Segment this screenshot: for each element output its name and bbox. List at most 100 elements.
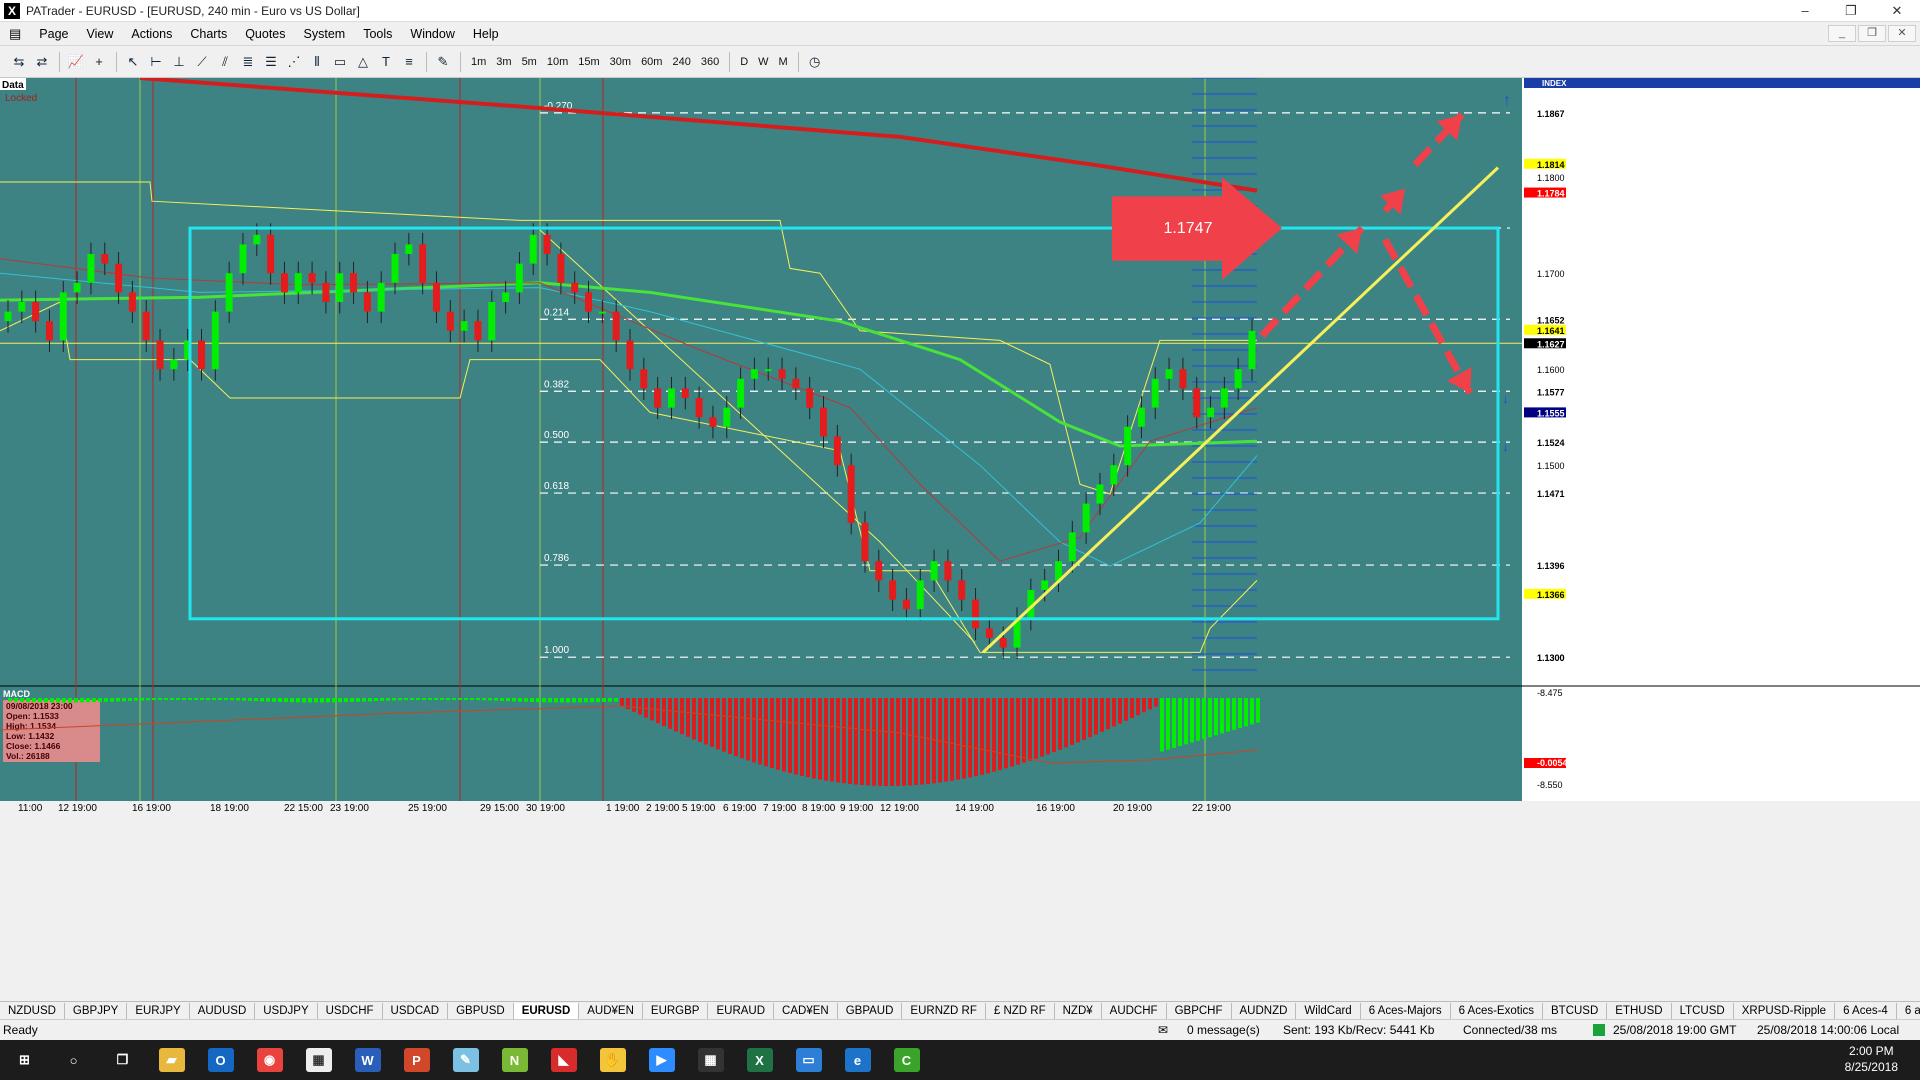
camtasia-icon[interactable]: C: [882, 1040, 931, 1080]
price-chart[interactable]: -0.2700.2140.3820.5000.6180.7861.0001.17…: [0, 78, 1920, 992]
timeframe-3m[interactable]: 3m: [491, 56, 516, 68]
symbol-tab[interactable]: AUD¥EN: [579, 1002, 643, 1019]
menu-actions[interactable]: Actions: [122, 27, 181, 41]
symbol-tab[interactable]: 6 Aces-Majors: [1361, 1002, 1451, 1019]
symbol-tab[interactable]: LTCUSD: [1672, 1002, 1734, 1019]
menu-page[interactable]: Page: [30, 27, 77, 41]
connect-icon[interactable]: ⇆: [8, 51, 30, 73]
symbol-tab[interactable]: WildCard: [1296, 1002, 1361, 1019]
symbol-tab[interactable]: XRPUSD-Ripple: [1734, 1002, 1836, 1019]
symbol-tab[interactable]: GBPUSD: [448, 1002, 514, 1019]
symbol-tab[interactable]: EURNZD RF: [902, 1002, 986, 1019]
symbol-tab[interactable]: EURAUD: [708, 1002, 775, 1019]
excel-icon[interactable]: X: [735, 1040, 784, 1080]
symbol-tab[interactable]: NZD¥: [1055, 1002, 1102, 1019]
symbol-tab[interactable]: USDJPY: [255, 1002, 318, 1019]
symbol-tab[interactable]: GBPCHF: [1167, 1002, 1232, 1019]
word-icon[interactable]: W: [343, 1040, 392, 1080]
symbol-tab[interactable]: AUDNZD: [1232, 1002, 1297, 1019]
timeframe-d[interactable]: D: [735, 56, 753, 68]
menu-charts[interactable]: Charts: [181, 27, 236, 41]
gann-icon[interactable]: ⋰: [283, 51, 305, 73]
menu-help[interactable]: Help: [464, 27, 508, 41]
symbol-tab[interactable]: ETHUSD: [1607, 1002, 1672, 1019]
disconnect-icon[interactable]: ⇄: [31, 51, 53, 73]
menu-tools[interactable]: Tools: [354, 27, 401, 41]
remote-desktop-icon[interactable]: ▭: [784, 1040, 833, 1080]
close-button[interactable]: ✕: [1874, 0, 1920, 22]
outlook-icon[interactable]: O: [196, 1040, 245, 1080]
cortana-icon[interactable]: ○: [49, 1040, 98, 1080]
timeframe-10m[interactable]: 10m: [542, 56, 573, 68]
symbol-tab[interactable]: EURUSD: [513, 1002, 580, 1019]
menu-view[interactable]: View: [78, 27, 123, 41]
mdi-restore-button[interactable]: ❐: [1858, 25, 1886, 42]
hline-icon[interactable]: ⊢: [145, 51, 167, 73]
menu-app-icon[interactable]: ▤: [0, 26, 30, 42]
mdi-close-button[interactable]: ✕: [1888, 25, 1916, 42]
timeframe-15m[interactable]: 15m: [573, 56, 604, 68]
trendline-icon[interactable]: ⟋: [191, 51, 213, 73]
edge-icon[interactable]: e: [833, 1040, 882, 1080]
symbol-tab[interactable]: 6 Aces-Exotics: [1451, 1002, 1543, 1019]
timeframe-60m[interactable]: 60m: [636, 56, 667, 68]
app-red-icon[interactable]: ◣: [539, 1040, 588, 1080]
file-explorer-icon[interactable]: ▰: [147, 1040, 196, 1080]
clock-icon[interactable]: ◷: [804, 51, 826, 73]
task-view-icon[interactable]: ❐: [98, 1040, 147, 1080]
app-yellow-icon[interactable]: ✋: [588, 1040, 637, 1080]
symbol-tab[interactable]: EURJPY: [127, 1002, 190, 1019]
timeframe-1m[interactable]: 1m: [466, 56, 491, 68]
timeframe-360[interactable]: 360: [696, 56, 724, 68]
chart-icon[interactable]: 📈: [65, 51, 87, 73]
levels-icon[interactable]: ≡: [398, 51, 420, 73]
symbol-tab[interactable]: BTCUSD: [1543, 1002, 1608, 1019]
symbol-tab[interactable]: EURGBP: [643, 1002, 709, 1019]
timeframe-30m[interactable]: 30m: [605, 56, 636, 68]
pointer-icon[interactable]: ↖: [122, 51, 144, 73]
status-messages[interactable]: 0 message(s): [1187, 1023, 1260, 1037]
symbol-tab[interactable]: 6 aces 2: [1897, 1003, 1920, 1019]
triangle-icon[interactable]: △: [352, 51, 374, 73]
timeframe-m[interactable]: M: [774, 56, 793, 68]
symbol-tab[interactable]: USDCAD: [383, 1002, 449, 1019]
timeframe-w[interactable]: W: [753, 56, 773, 68]
patrader-icon[interactable]: ▦: [294, 1040, 343, 1080]
menu-window[interactable]: Window: [401, 27, 463, 41]
menu-quotes[interactable]: Quotes: [236, 27, 294, 41]
message-icon[interactable]: ✉: [1158, 1023, 1168, 1037]
crosshair-icon[interactable]: +: [88, 51, 110, 73]
restore-button[interactable]: ❐: [1828, 0, 1874, 22]
symbol-tab[interactable]: 6 Aces-4: [1835, 1002, 1897, 1019]
zoom-icon[interactable]: ▶: [637, 1040, 686, 1080]
symbol-tab[interactable]: NZDUSD: [0, 1002, 65, 1019]
powerpoint-icon[interactable]: P: [392, 1040, 441, 1080]
symbol-tab[interactable]: CAD¥EN: [774, 1002, 838, 1019]
windows-start-icon[interactable]: ⊞: [0, 1040, 49, 1080]
timeframe-240[interactable]: 240: [667, 56, 695, 68]
chrome-icon[interactable]: ◉: [245, 1040, 294, 1080]
vline-icon[interactable]: ⊥: [168, 51, 190, 73]
channel-icon[interactable]: ⫽: [214, 51, 236, 73]
chart-area[interactable]: -0.270 0.214 0.382 0.500 0.618 0.786 1.000 1.17…: [0, 78, 1920, 992]
notes-icon[interactable]: ✎: [441, 1040, 490, 1080]
text-icon[interactable]: T: [375, 51, 397, 73]
fib-fan-icon[interactable]: ☰: [260, 51, 282, 73]
symbol-tab[interactable]: GBPAUD: [838, 1002, 903, 1019]
menu-system[interactable]: System: [295, 27, 355, 41]
pencil-icon[interactable]: ✎: [432, 51, 454, 73]
mdi-minimize-button[interactable]: _: [1828, 25, 1856, 42]
minimize-button[interactable]: –: [1782, 0, 1828, 22]
symbol-tab[interactable]: £ NZD RF: [986, 1002, 1055, 1019]
cycle-lines-icon[interactable]: ⦀: [306, 51, 328, 73]
timeframe-5m[interactable]: 5m: [517, 56, 542, 68]
ninja-icon[interactable]: N: [490, 1040, 539, 1080]
symbol-tab[interactable]: AUDCHF: [1102, 1002, 1167, 1019]
symbol-tab[interactable]: GBPJPY: [65, 1002, 128, 1019]
calculator-icon[interactable]: ▦: [686, 1040, 735, 1080]
fibonacci-icon[interactable]: ≣: [237, 51, 259, 73]
symbol-tab[interactable]: USDCHF: [318, 1002, 383, 1019]
rectangle-icon[interactable]: ▭: [329, 51, 351, 73]
symbol-tab[interactable]: AUDUSD: [190, 1002, 256, 1019]
taskbar-clock[interactable]: 2:00 PM 8/25/2018: [1845, 1043, 1898, 1075]
